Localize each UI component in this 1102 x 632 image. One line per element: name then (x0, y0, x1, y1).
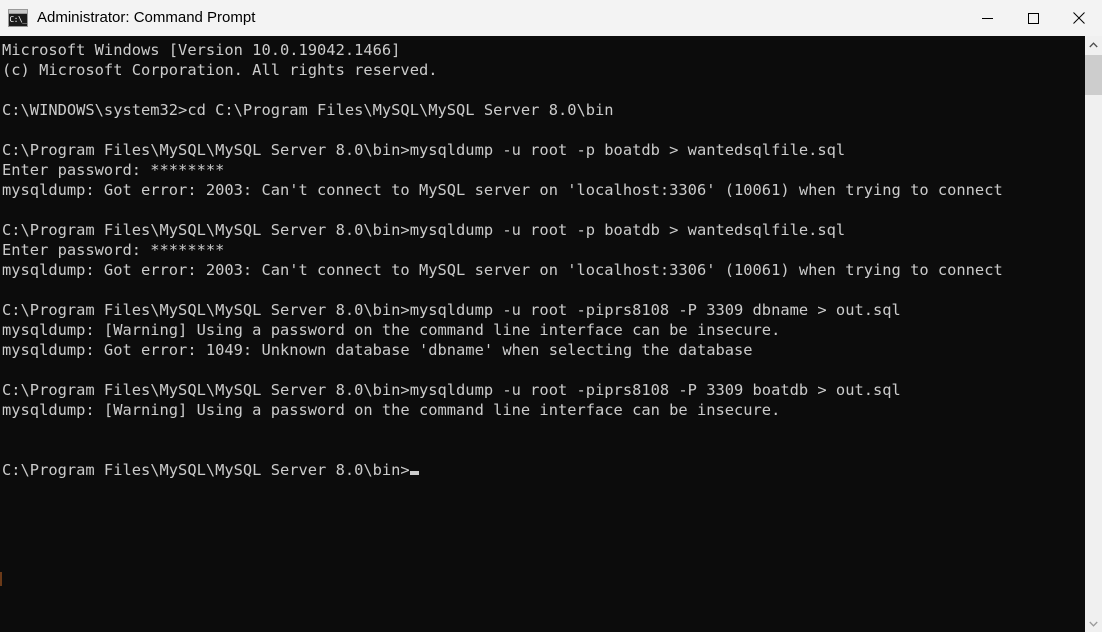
close-button[interactable] (1056, 0, 1102, 36)
window-title: Administrator: Command Prompt (37, 9, 256, 26)
console-scrollbar[interactable] (1085, 36, 1102, 632)
icon-glyph: C:\_ (9, 14, 27, 26)
command-prompt-icon: C:\_ (8, 9, 28, 27)
title-bar[interactable]: C:\_ Administrator: Command Prompt (0, 0, 1102, 36)
scrollbar-thumb[interactable] (1085, 55, 1102, 95)
chevron-up-icon (1089, 41, 1098, 47)
window-controls (964, 0, 1102, 36)
console-output-area[interactable]: Microsoft Windows [Version 10.0.19042.14… (0, 36, 1085, 632)
command-prompt-window: C:\_ Administrator: Command Prompt Micro… (0, 0, 1102, 632)
maximize-icon (1027, 12, 1039, 24)
minimize-icon (981, 17, 993, 19)
chevron-down-icon (1089, 621, 1098, 627)
console-text: Microsoft Windows [Version 10.0.19042.14… (2, 41, 1003, 479)
close-icon (1073, 12, 1085, 24)
maximize-button[interactable] (1010, 0, 1056, 36)
title-bar-left: C:\_ Administrator: Command Prompt (0, 0, 964, 36)
scroll-up-arrow[interactable] (1085, 36, 1102, 53)
minimize-button[interactable] (964, 0, 1010, 36)
text-cursor (409, 471, 419, 475)
edge-artifact (0, 572, 2, 586)
scroll-down-arrow[interactable] (1085, 615, 1102, 632)
